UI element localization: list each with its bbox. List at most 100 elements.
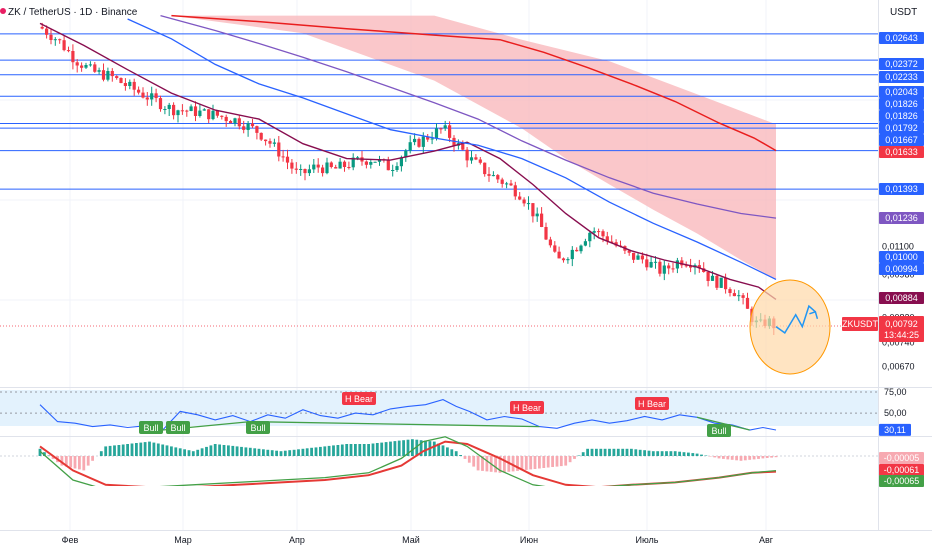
bull-label-3: Bull	[246, 421, 270, 434]
macd-bar	[354, 444, 357, 456]
rsi-pane[interactable]	[0, 390, 878, 431]
macd-bar	[467, 456, 471, 463]
level-price-label: 0,02043	[879, 86, 924, 98]
macd-bar	[130, 443, 134, 456]
symbol-dot	[0, 8, 6, 14]
macd-bar	[117, 445, 121, 456]
macd-bar	[722, 456, 725, 459]
macd-value-label: -0,00065	[879, 475, 924, 487]
bull-label-2: Bull	[166, 421, 190, 434]
ma-price-label: 0,00884	[879, 292, 924, 304]
macd-bar	[581, 452, 585, 456]
macd-bar	[424, 440, 427, 456]
macd-bar	[695, 453, 699, 456]
svg-text:0,02233: 0,02233	[885, 72, 918, 82]
macd-bar	[384, 442, 388, 456]
time-tick: Фев	[62, 535, 79, 545]
rsi-tick: 50,00	[884, 408, 907, 418]
macd-bar	[336, 445, 340, 456]
macd-bar	[187, 450, 191, 456]
macd-bar	[135, 443, 138, 456]
macd-bar	[209, 445, 213, 456]
candle	[715, 274, 719, 290]
macd-bar	[69, 456, 73, 468]
bear-label-2: H Bear	[510, 401, 544, 414]
ma-price-label: 0,01236	[879, 212, 924, 224]
macd-bar	[616, 448, 620, 456]
macd-bar	[170, 446, 173, 456]
level-price-label: 0,01792	[879, 122, 924, 134]
macd-bar	[104, 446, 108, 456]
macd-bar	[380, 442, 384, 456]
macd-bar	[340, 444, 344, 456]
macd-bar	[213, 444, 217, 456]
macd-bar	[757, 456, 760, 459]
macd-bar	[349, 444, 353, 456]
macd-bar	[555, 456, 559, 467]
trading-chart[interactable]: ZK / TetherUS · 1D · Binance USDT Bull B…	[0, 0, 932, 550]
macd-value-label: -0,00061	[879, 464, 924, 476]
macd-bar	[108, 445, 112, 456]
macd-bar	[595, 448, 598, 456]
macd-bar	[248, 447, 252, 456]
macd-bar	[305, 448, 309, 456]
level-price-label: 0,01667	[879, 134, 924, 146]
macd-bar	[314, 447, 318, 456]
macd-bar	[524, 456, 528, 470]
macd-bar	[638, 449, 642, 456]
macd-bar	[599, 448, 603, 456]
macd-bar	[152, 442, 156, 456]
macd-bar	[678, 451, 681, 456]
macd-value-label: -0,00005	[879, 452, 924, 464]
bull-label-text: Bull	[711, 426, 726, 436]
macd-bar	[358, 444, 362, 456]
rsi-axis[interactable]: 75,00 50,00 30,11	[879, 387, 911, 436]
macd-bar	[183, 449, 186, 456]
current-price-right-badge: 0,00792 13:44:25	[879, 316, 924, 342]
currency-label: USDT	[890, 7, 917, 18]
level-price-label: 0,01000	[879, 251, 924, 263]
svg-text:0,02043: 0,02043	[885, 87, 918, 97]
time-tick: Авг	[759, 535, 774, 545]
time-axis[interactable]: Фев Мар Апр Май Июн Июль Авг	[62, 535, 774, 545]
macd-bar	[165, 445, 169, 456]
macd-bar	[240, 446, 243, 456]
svg-text:0,01826: 0,01826	[885, 99, 918, 109]
macd-bar	[375, 443, 379, 456]
macd-bar	[266, 449, 270, 456]
candle	[417, 137, 421, 148]
bull-label-text: Bull	[170, 423, 185, 433]
focus-circle	[749, 279, 831, 375]
macd-bar	[590, 448, 594, 456]
macd-bar	[148, 441, 151, 456]
bear-label-text: H Bear	[638, 399, 666, 409]
bull-label-4: Bull	[707, 424, 731, 437]
macd-bar	[485, 456, 489, 472]
macd-bar	[121, 444, 125, 456]
bear-label-text: H Bear	[513, 403, 541, 413]
macd-bar	[551, 456, 554, 467]
countdown-timer: 13:44:25	[884, 330, 919, 340]
macd-bar	[625, 448, 629, 456]
macd-bar	[362, 444, 366, 456]
level-price-label: 0,01826	[879, 98, 924, 110]
macd-bar	[630, 448, 633, 456]
bear-label-3: H Bear	[635, 397, 669, 410]
bull-label-text: Bull	[250, 423, 265, 433]
macd-bar	[143, 442, 147, 456]
macd-bar	[235, 446, 239, 456]
macd-bar	[156, 443, 160, 456]
current-symbol: ZKUSDT	[842, 319, 879, 329]
macd-bar	[621, 448, 625, 456]
macd-bar	[454, 451, 458, 456]
macd-bar	[327, 445, 331, 456]
level-price-label: 0,02372	[879, 58, 924, 70]
macd-axis[interactable]: -0,00005 -0,00061-0,00065	[879, 452, 924, 487]
macd-bar	[673, 451, 677, 456]
macd-bar	[99, 451, 103, 456]
bear-label-1: H Bear	[342, 392, 376, 405]
macd-bar	[191, 451, 195, 456]
macd-bar	[393, 441, 397, 456]
macd-bar	[564, 456, 568, 466]
macd-bar	[577, 455, 581, 456]
